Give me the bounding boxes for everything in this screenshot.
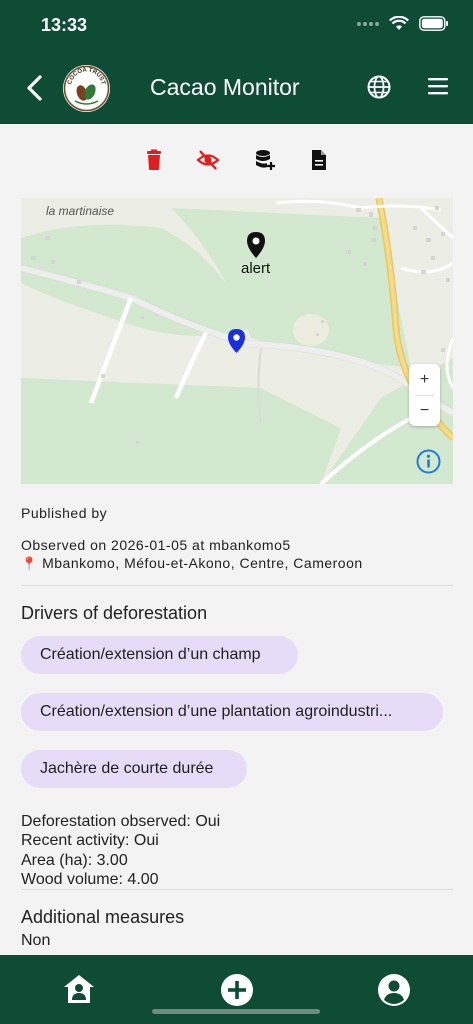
deforestation-observed-text: Deforestation observed: Oui — [21, 813, 221, 830]
additional-measures-value: Non — [21, 932, 51, 949]
language-globe-icon[interactable] — [366, 74, 392, 100]
account-circle-icon[interactable] — [377, 973, 411, 1007]
cocoa-trust-logo: COCOA TRUST — [63, 65, 110, 112]
alert-marker-icon[interactable] — [246, 231, 266, 259]
zoom-in-button[interactable]: + — [409, 364, 440, 395]
drivers-title: Drivers of deforestation — [21, 603, 208, 623]
zoom-out-button[interactable]: − — [409, 395, 440, 426]
published-by-label: Published by — [21, 505, 108, 521]
status-time: 13:33 — [41, 15, 88, 35]
wifi-icon — [389, 16, 409, 30]
recent-activity-text: Recent activity: Oui — [21, 832, 159, 849]
driver-chip[interactable]: Création/extension d’une plantation agro… — [21, 693, 443, 731]
signal-icon — [357, 21, 379, 26]
location-pin-icon: 📍 — [21, 556, 38, 571]
location-line: 📍 Mbankomo, Méfou-et-Akono, Centre, Came… — [21, 555, 363, 572]
action-toolbar — [0, 148, 473, 174]
document-icon[interactable] — [307, 148, 331, 172]
home-user-icon[interactable] — [62, 973, 96, 1005]
section-divider — [21, 889, 453, 890]
add-circle-icon[interactable] — [220, 973, 254, 1007]
map-info-icon[interactable] — [416, 449, 441, 474]
additional-measures-title: Additional measures — [21, 907, 185, 927]
driver-chip[interactable]: Création/extension d’un champ — [21, 636, 298, 674]
hamburger-menu-icon[interactable] — [427, 76, 449, 96]
map-place-label: la martinaise — [46, 204, 115, 218]
observed-on-text: Observed on 2026-01-05 at mbankomo5 — [21, 537, 291, 553]
driver-chip[interactable]: Jachère de courte durée — [21, 750, 247, 788]
back-button[interactable] — [22, 72, 50, 104]
app-header: 13:33 COCOA TRUST Cacao Monitor — [0, 0, 473, 124]
battery-icon — [419, 16, 448, 31]
status-icons — [357, 16, 449, 31]
location-text: Mbankomo, Méfou-et-Akono, Centre, Camero… — [42, 555, 363, 571]
zoom-divider — [415, 395, 434, 396]
alert-marker-label: alert — [241, 260, 271, 277]
page-title: Cacao Monitor — [150, 74, 300, 100]
hide-eye-off-icon[interactable] — [196, 148, 220, 172]
home-indicator — [152, 1009, 320, 1014]
map-zoom-control: + − — [409, 364, 440, 426]
wood-volume-text: Wood volume: 4.00 — [21, 871, 159, 888]
database-add-icon[interactable] — [253, 148, 277, 172]
observation-marker-icon[interactable] — [227, 328, 246, 354]
section-divider — [21, 585, 453, 586]
area-text: Area (ha): 3.00 — [21, 852, 128, 869]
delete-trash-icon[interactable] — [142, 148, 166, 172]
map-view[interactable]: la martinaise alert — [21, 198, 453, 484]
